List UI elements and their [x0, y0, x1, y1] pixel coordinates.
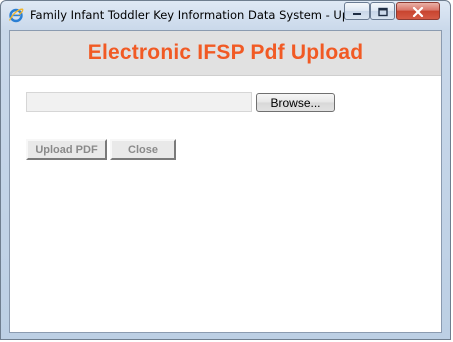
browse-button[interactable]: Browse... — [256, 93, 335, 112]
close-window-button[interactable] — [396, 2, 440, 20]
maximize-button[interactable] — [370, 2, 395, 20]
internet-explorer-icon — [8, 7, 24, 23]
page-title: Electronic IFSP Pdf Upload — [87, 41, 364, 64]
title-bar[interactable]: Family Infant Toddler Key Information Da… — [1, 1, 450, 29]
page-content: Electronic IFSP Pdf Upload Browse... Upl… — [9, 30, 442, 333]
upload-pdf-button[interactable]: Upload PDF — [26, 139, 107, 160]
close-button[interactable]: Close — [110, 139, 176, 160]
window-title: Family Infant Toddler Key Information Da… — [30, 8, 361, 22]
browser-popup-window: Family Infant Toddler Key Information Da… — [0, 0, 451, 340]
minimize-button[interactable] — [344, 2, 370, 20]
close-icon — [412, 2, 424, 21]
maximize-icon — [377, 2, 388, 21]
minimize-icon — [352, 2, 362, 21]
page-header: Electronic IFSP Pdf Upload — [10, 31, 441, 76]
file-path-input[interactable] — [26, 92, 252, 112]
